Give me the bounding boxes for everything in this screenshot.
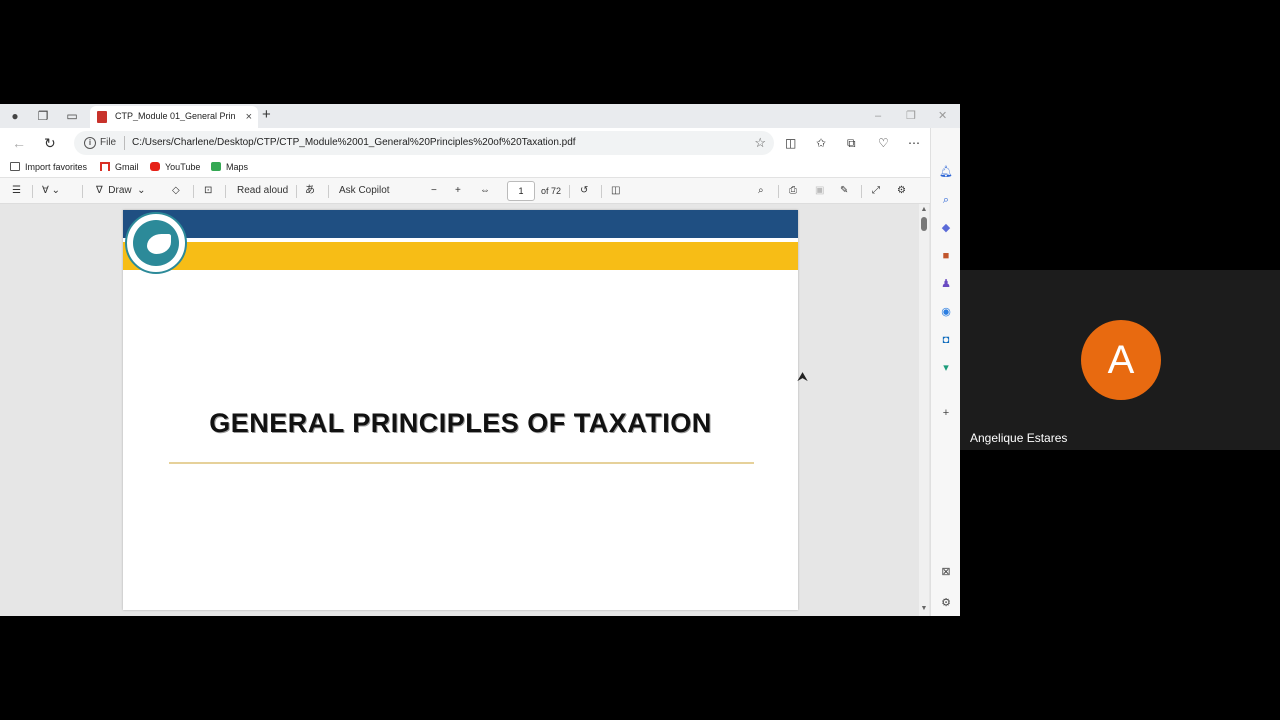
- scroll-up-icon[interactable]: ▲: [919, 205, 929, 215]
- edge-sidebar: 🔔︎ ⌕ ◆ ■ ♟ ◉ ◘ ▾ + ⊠ ⚙: [930, 128, 960, 616]
- logo-inner: [133, 220, 179, 266]
- outlook-icon[interactable]: ◘: [939, 333, 953, 347]
- gmail-icon: [100, 162, 110, 171]
- toolbar-separator: [296, 185, 297, 198]
- favorite-import[interactable]: Import favorites: [10, 162, 87, 172]
- add-text-icon[interactable]: ⊡: [204, 184, 212, 198]
- vertical-scrollbar[interactable]: ▲ ▼: [919, 204, 929, 616]
- search-sidebar-icon[interactable]: ⌕: [939, 193, 953, 207]
- screen: ● ❐ ▭ CTP_Module 01_General Principl × +…: [0, 0, 1280, 720]
- people-icon[interactable]: ♟: [939, 277, 953, 291]
- hide-sidebar-icon[interactable]: ⊠: [939, 565, 953, 579]
- document-title: GENERAL PRINCIPLES OF TAXATION: [209, 408, 712, 438]
- favorite-star-icon[interactable]: ☆: [754, 135, 766, 151]
- bell-icon[interactable]: 🔔︎: [939, 165, 953, 179]
- refresh-button[interactable]: ↻: [44, 135, 56, 151]
- info-icon[interactable]: i: [84, 137, 96, 149]
- ask-copilot-button[interactable]: Ask Copilot: [339, 184, 390, 198]
- favorites-bar: Import favorites Gmail YouTube Maps: [0, 158, 960, 178]
- favorite-maps[interactable]: Maps: [211, 162, 248, 172]
- read-aloud-button[interactable]: Read aloud: [237, 184, 288, 198]
- zoom-out-icon[interactable]: −: [431, 184, 437, 198]
- restore-button[interactable]: ❐: [906, 109, 916, 123]
- pdf-settings-gear-icon[interactable]: ⚙: [897, 184, 906, 198]
- save-icon[interactable]: ▣: [815, 184, 824, 198]
- import-icon: [10, 162, 20, 171]
- favorite-youtube[interactable]: YouTube: [150, 162, 200, 172]
- pdf-page: GENERAL PRINCIPLES OF TAXATION: [123, 210, 798, 610]
- avatar: A: [1081, 320, 1161, 400]
- favorites-icon[interactable]: ✩: [816, 136, 826, 150]
- translate-icon[interactable]: あ: [305, 184, 315, 198]
- header-band-yellow: [123, 242, 798, 270]
- address-bar-row: ← ↻ i File C:/Users/Charlene/Desktop/CTP…: [0, 128, 960, 158]
- back-button[interactable]: ←: [12, 135, 26, 151]
- tab-actions-icon[interactable]: ▭: [64, 108, 80, 124]
- maps-icon: [211, 162, 221, 171]
- shopping-tag-icon[interactable]: ◆: [939, 221, 953, 235]
- tab-pdf-document[interactable]: CTP_Module 01_General Principl ×: [90, 106, 258, 128]
- participant-tile: A Angelique Estares: [960, 270, 1280, 450]
- toolbar-separator: [861, 185, 862, 198]
- designer-icon[interactable]: ▾: [939, 361, 953, 375]
- sidebar-settings-gear-icon[interactable]: ⚙: [939, 596, 953, 610]
- title-underline: [169, 462, 754, 464]
- youtube-icon: [150, 162, 160, 171]
- browser-window: ● ❐ ▭ CTP_Module 01_General Principl × +…: [0, 104, 960, 616]
- favorite-gmail[interactable]: Gmail: [100, 162, 139, 172]
- profile-icon[interactable]: ●: [7, 108, 23, 124]
- header-band-blue: [123, 210, 798, 238]
- collections-icon[interactable]: ⧉: [847, 136, 856, 150]
- rotate-icon[interactable]: ↺: [580, 184, 588, 198]
- pdf-viewer[interactable]: GENERAL PRINCIPLES OF TAXATION: [0, 204, 930, 616]
- toolbar-separator: [193, 185, 194, 198]
- toolbar-separator: [601, 185, 602, 198]
- contents-icon[interactable]: ☰: [12, 184, 21, 198]
- pdf-file-icon: [97, 111, 107, 123]
- toolbar-separator: [225, 185, 226, 198]
- search-icon[interactable]: ⌕: [758, 184, 764, 198]
- logo-eagle-shape: [147, 234, 171, 254]
- toolbar-separator: [32, 185, 33, 198]
- toolbar-separator: [778, 185, 779, 198]
- file-label: File: [100, 137, 117, 148]
- add-sidebar-app-icon[interactable]: +: [939, 406, 953, 420]
- new-tab-button[interactable]: +: [262, 107, 271, 123]
- page-number-input[interactable]: 1: [507, 181, 535, 201]
- address-bar[interactable]: i File C:/Users/Charlene/Desktop/CTP/CTP…: [74, 131, 774, 155]
- scroll-down-icon[interactable]: ▼: [919, 604, 929, 614]
- scroll-thumb[interactable]: [921, 217, 927, 231]
- page-count: of 72: [541, 186, 562, 196]
- pdf-toolbar: ☰ ∀ ⌄ ∇ Draw ⌄ ◇ ⊡ Read aloud あ Ask Copi…: [0, 178, 930, 204]
- url-text[interactable]: C:/Users/Charlene/Desktop/CTP/CTP_Module…: [132, 137, 576, 148]
- eagle-logo-icon: [125, 212, 187, 274]
- toolbar-separator: [569, 185, 570, 198]
- fullscreen-icon[interactable]: ⤢: [872, 184, 880, 198]
- save-as-icon[interactable]: ✎: [840, 184, 848, 198]
- zoom-in-icon[interactable]: +: [455, 184, 461, 198]
- toolbar-separator: [328, 185, 329, 198]
- close-tab-button[interactable]: ×: [246, 110, 252, 124]
- fit-width-icon[interactable]: ⇔: [480, 184, 490, 198]
- toolbar-separator: [82, 185, 83, 198]
- highlight-icon[interactable]: ∀ ⌄: [42, 184, 60, 198]
- workspaces-icon[interactable]: ❐: [35, 108, 51, 124]
- draw-button[interactable]: ∇ Draw ⌄: [96, 184, 146, 198]
- url-separator: [124, 136, 125, 150]
- more-menu-icon[interactable]: ⋯: [908, 136, 920, 150]
- draw-pen-icon: ∇: [96, 185, 103, 196]
- tab-bar: ● ❐ ▭ CTP_Module 01_General Principl × +…: [0, 104, 960, 128]
- mouse-cursor-icon: ⮝: [797, 369, 809, 384]
- split-screen-icon[interactable]: ◫: [785, 136, 796, 150]
- tab-title: CTP_Module 01_General Principl: [115, 111, 235, 121]
- print-icon[interactable]: ⎙: [789, 184, 797, 198]
- close-window-button[interactable]: ✕: [938, 109, 947, 123]
- office-icon[interactable]: ◉: [939, 305, 953, 319]
- minimize-button[interactable]: –: [875, 109, 881, 123]
- erase-icon[interactable]: ◇: [172, 184, 180, 198]
- browser-essentials-icon[interactable]: ♡: [878, 136, 889, 150]
- tools-icon[interactable]: ■: [939, 249, 953, 263]
- participant-name: Angelique Estares: [970, 431, 1068, 445]
- page-view-icon[interactable]: ◫: [611, 184, 620, 198]
